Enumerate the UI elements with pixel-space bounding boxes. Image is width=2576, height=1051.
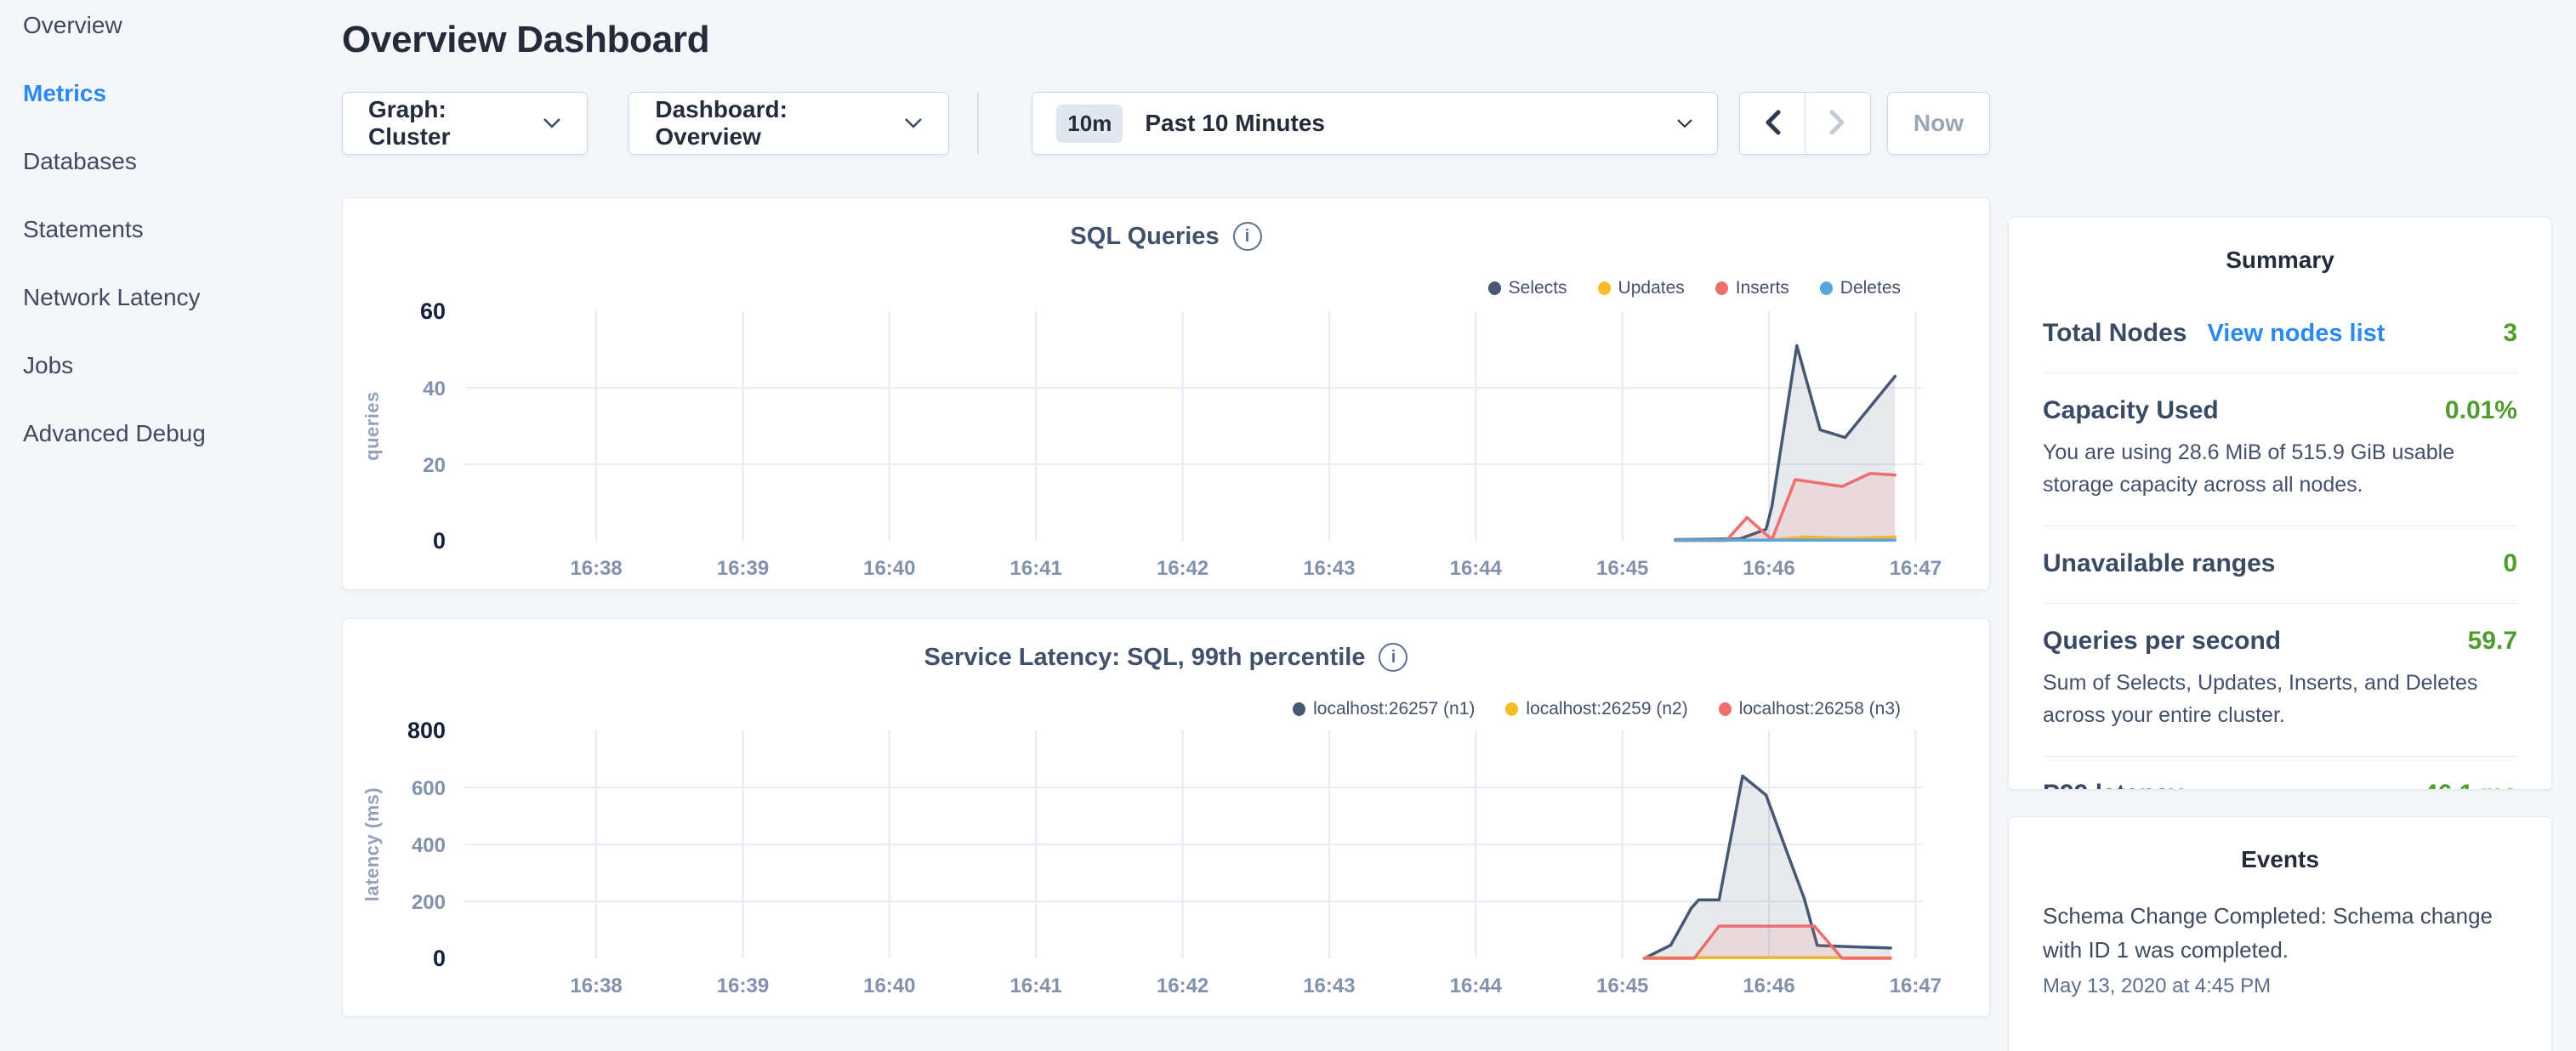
view-nodes-list-link[interactable]: View nodes list xyxy=(2207,320,2385,348)
svg-text:16:43: 16:43 xyxy=(1303,557,1355,580)
toolbar: Graph: Cluster Dashboard: Overview 10m P… xyxy=(342,92,1990,155)
svg-text:16:39: 16:39 xyxy=(717,557,769,580)
svg-text:16:46: 16:46 xyxy=(1743,974,1794,997)
time-prev-button[interactable] xyxy=(1740,93,1805,154)
svg-text:16:46: 16:46 xyxy=(1743,557,1794,580)
summary-label: P99 latency xyxy=(2043,780,2183,790)
dashboard-dropdown[interactable]: Dashboard: Overview xyxy=(628,92,949,155)
toolbar-divider xyxy=(977,92,979,155)
summary-item-unavailable-ranges: Unavailable ranges 0 xyxy=(2043,526,2517,603)
summary-label: Total Nodes xyxy=(2043,319,2186,348)
main-content: Overview Dashboard Graph: Cluster Dashbo… xyxy=(342,0,1990,1051)
summary-label: Queries per second xyxy=(2043,627,2281,656)
svg-text:16:44: 16:44 xyxy=(1450,557,1503,580)
summary-item-queries-per-second: Queries per second 59.7 Sum of Selects, … xyxy=(2043,603,2517,756)
svg-text:200: 200 xyxy=(412,891,446,914)
chevron-down-icon xyxy=(543,117,561,129)
graph-scope-label: Graph: Cluster xyxy=(368,96,526,151)
time-pager xyxy=(1739,92,1871,155)
chevron-left-icon xyxy=(1761,109,1783,139)
sidebar-item-jobs[interactable]: Jobs xyxy=(23,354,342,378)
svg-text:16:44: 16:44 xyxy=(1450,974,1503,997)
right-sidebar: Summary Total Nodes View nodes list 3 Ca… xyxy=(2008,0,2552,1051)
svg-text:16:38: 16:38 xyxy=(570,557,622,580)
svg-text:16:40: 16:40 xyxy=(863,974,915,997)
svg-text:40: 40 xyxy=(423,378,446,401)
svg-text:queries: queries xyxy=(361,391,383,461)
summary-item-total-nodes: Total Nodes View nodes list 3 xyxy=(2043,296,2517,372)
summary-label: Capacity Used xyxy=(2043,396,2219,425)
summary-value: 0 xyxy=(2503,549,2517,578)
sidebar-item-network-latency[interactable]: Network Latency xyxy=(23,286,342,310)
page-title: Overview Dashboard xyxy=(342,19,1990,61)
graph-scope-dropdown[interactable]: Graph: Cluster xyxy=(342,92,588,155)
sidebar-item-statements[interactable]: Statements xyxy=(23,218,342,241)
summary-description: You are using 28.6 MiB of 515.9 GiB usab… xyxy=(2043,437,2517,501)
svg-text:16:41: 16:41 xyxy=(1010,974,1062,997)
svg-text:latency (ms): latency (ms) xyxy=(361,787,383,901)
svg-text:16:45: 16:45 xyxy=(1596,974,1648,997)
event-timestamp: May 13, 2020 at 4:45 PM xyxy=(2043,974,2517,998)
sidebar-item-advanced-debug[interactable]: Advanced Debug xyxy=(23,422,342,446)
time-range-selector[interactable]: 10m Past 10 Minutes xyxy=(1032,92,1718,155)
svg-text:16:43: 16:43 xyxy=(1303,974,1355,997)
service-latency-plot[interactable]: 16:38 16:39 16:40 16:41 16:42 16:43 16:44 16:45… xyxy=(343,619,1991,1018)
dashboard-label: Dashboard: Overview xyxy=(655,96,887,151)
summary-value: 0.01% xyxy=(2445,396,2517,425)
sql-queries-plot[interactable]: 16:38 16:39 16:40 16:41 16:42 16:43 16:44 16:45… xyxy=(343,198,1991,591)
svg-text:60: 60 xyxy=(420,298,446,324)
svg-text:16:45: 16:45 xyxy=(1596,557,1648,580)
now-button[interactable]: Now xyxy=(1887,92,1990,155)
sidebar-item-overview[interactable]: Overview xyxy=(23,14,342,37)
time-range-label: Past 10 Minutes xyxy=(1145,110,1325,137)
time-next-button[interactable] xyxy=(1805,93,1869,154)
chevron-down-icon xyxy=(1676,118,1693,129)
app-root: Overview Metrics Databases Statements Ne… xyxy=(0,0,2576,1051)
summary-panel: Summary Total Nodes View nodes list 3 Ca… xyxy=(2008,217,2552,790)
svg-text:0: 0 xyxy=(433,946,446,971)
sidebar-item-databases[interactable]: Databases xyxy=(23,150,342,173)
event-message: Schema Change Completed: Schema change w… xyxy=(2043,899,2517,968)
summary-item-capacity-used: Capacity Used 0.01% You are using 28.6 M… xyxy=(2043,372,2517,526)
sql-queries-chart-card: SQL Queries i SelectsUpdatesInsertsDelet… xyxy=(342,197,1990,590)
chevron-right-icon xyxy=(1827,109,1849,139)
now-button-label: Now xyxy=(1914,110,1964,137)
time-range-badge: 10m xyxy=(1056,105,1123,143)
svg-text:16:41: 16:41 xyxy=(1010,557,1062,580)
svg-text:16:47: 16:47 xyxy=(1890,974,1942,997)
events-panel: Events Schema Change Completed: Schema c… xyxy=(2008,816,2552,1051)
svg-text:800: 800 xyxy=(407,718,446,743)
service-latency-chart-card: Service Latency: SQL, 99th percentile i … xyxy=(342,618,1990,1017)
chevron-down-icon xyxy=(904,117,923,129)
svg-text:600: 600 xyxy=(412,777,446,800)
svg-text:20: 20 xyxy=(423,454,446,477)
summary-value: 59.7 xyxy=(2468,627,2517,656)
events-title: Events xyxy=(2043,846,2517,873)
summary-description: Sum of Selects, Updates, Inserts, and De… xyxy=(2043,668,2517,731)
svg-text:16:42: 16:42 xyxy=(1157,974,1208,997)
sidebar: Overview Metrics Databases Statements Ne… xyxy=(0,0,342,1051)
sidebar-item-metrics[interactable]: Metrics xyxy=(23,82,342,105)
summary-title: Summary xyxy=(2043,247,2517,274)
summary-item-p99-latency: P99 latency 46.1 ms xyxy=(2043,756,2517,790)
summary-label: Unavailable ranges xyxy=(2043,549,2275,578)
svg-text:16:47: 16:47 xyxy=(1890,557,1942,580)
summary-value: 46.1 ms xyxy=(2424,780,2517,790)
summary-value: 3 xyxy=(2503,319,2517,348)
svg-text:16:39: 16:39 xyxy=(717,974,769,997)
svg-text:16:40: 16:40 xyxy=(863,557,915,580)
svg-text:16:38: 16:38 xyxy=(570,974,622,997)
svg-text:16:42: 16:42 xyxy=(1157,557,1208,580)
svg-text:400: 400 xyxy=(412,834,446,857)
svg-text:0: 0 xyxy=(433,528,446,554)
